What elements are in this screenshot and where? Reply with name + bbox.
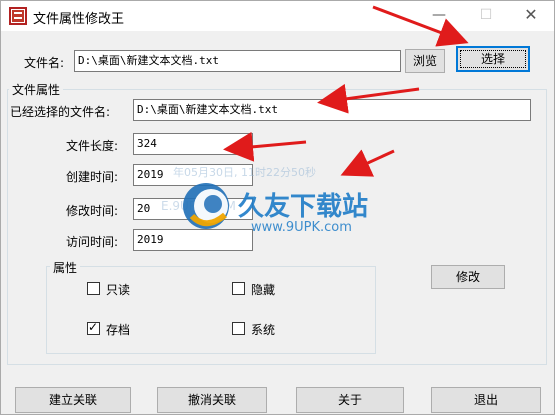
accessed-time-field[interactable]: 2019 bbox=[133, 229, 253, 251]
file-name-label: 文件名: bbox=[24, 56, 65, 70]
about-button[interactable]: 关于 bbox=[296, 387, 404, 413]
archive-label: 存档 bbox=[106, 323, 131, 337]
created-time-label: 创建时间: bbox=[66, 170, 119, 184]
exit-button[interactable]: 退出 bbox=[431, 387, 541, 413]
readonly-checkbox[interactable] bbox=[87, 282, 100, 295]
unassociate-button[interactable]: 撤消关联 bbox=[157, 387, 267, 413]
file-properties-title: 文件属性 bbox=[9, 81, 64, 98]
title-bar[interactable]: 文件属性修改王 — ☐ ✕ bbox=[1, 1, 554, 31]
minimize-button[interactable]: — bbox=[416, 1, 462, 31]
hidden-label: 隐藏 bbox=[251, 283, 276, 297]
accessed-time-label: 访问时间: bbox=[66, 235, 119, 249]
readonly-label: 只读 bbox=[106, 283, 131, 297]
select-button[interactable]: 选择 bbox=[456, 46, 530, 72]
system-label: 系统 bbox=[251, 323, 276, 337]
maximize-button[interactable]: ☐ bbox=[463, 1, 509, 31]
modified-time-label: 修改时间: bbox=[66, 204, 119, 218]
selected-file-label: 已经选择的文件名: bbox=[10, 105, 111, 119]
attributes-group bbox=[46, 266, 376, 354]
created-time-field[interactable]: 2019 bbox=[133, 164, 253, 186]
app-seal-icon bbox=[9, 7, 27, 25]
file-length-label: 文件长度: bbox=[66, 139, 119, 153]
close-button[interactable]: ✕ bbox=[508, 1, 554, 31]
selected-file-field[interactable]: D:\桌面\新建文本文档.txt bbox=[133, 99, 531, 121]
system-checkbox[interactable] bbox=[232, 322, 245, 335]
attributes-title: 属性 bbox=[50, 259, 81, 276]
window-title: 文件属性修改王 bbox=[33, 12, 125, 27]
file-length-field[interactable]: 324 bbox=[133, 133, 253, 155]
archive-checkbox[interactable] bbox=[87, 320, 100, 335]
browse-button[interactable]: 浏览 bbox=[405, 49, 445, 73]
modify-button[interactable]: 修改 bbox=[431, 265, 505, 289]
hidden-checkbox[interactable] bbox=[232, 282, 245, 295]
app-window: 文件属性修改王 — ☐ ✕ 文件名: D:\桌面\新建文本文档.txt 浏览 选… bbox=[0, 0, 555, 415]
associate-button[interactable]: 建立关联 bbox=[15, 387, 131, 413]
file-name-input[interactable]: D:\桌面\新建文本文档.txt bbox=[74, 50, 401, 72]
modified-time-field[interactable]: 20 bbox=[133, 198, 253, 220]
